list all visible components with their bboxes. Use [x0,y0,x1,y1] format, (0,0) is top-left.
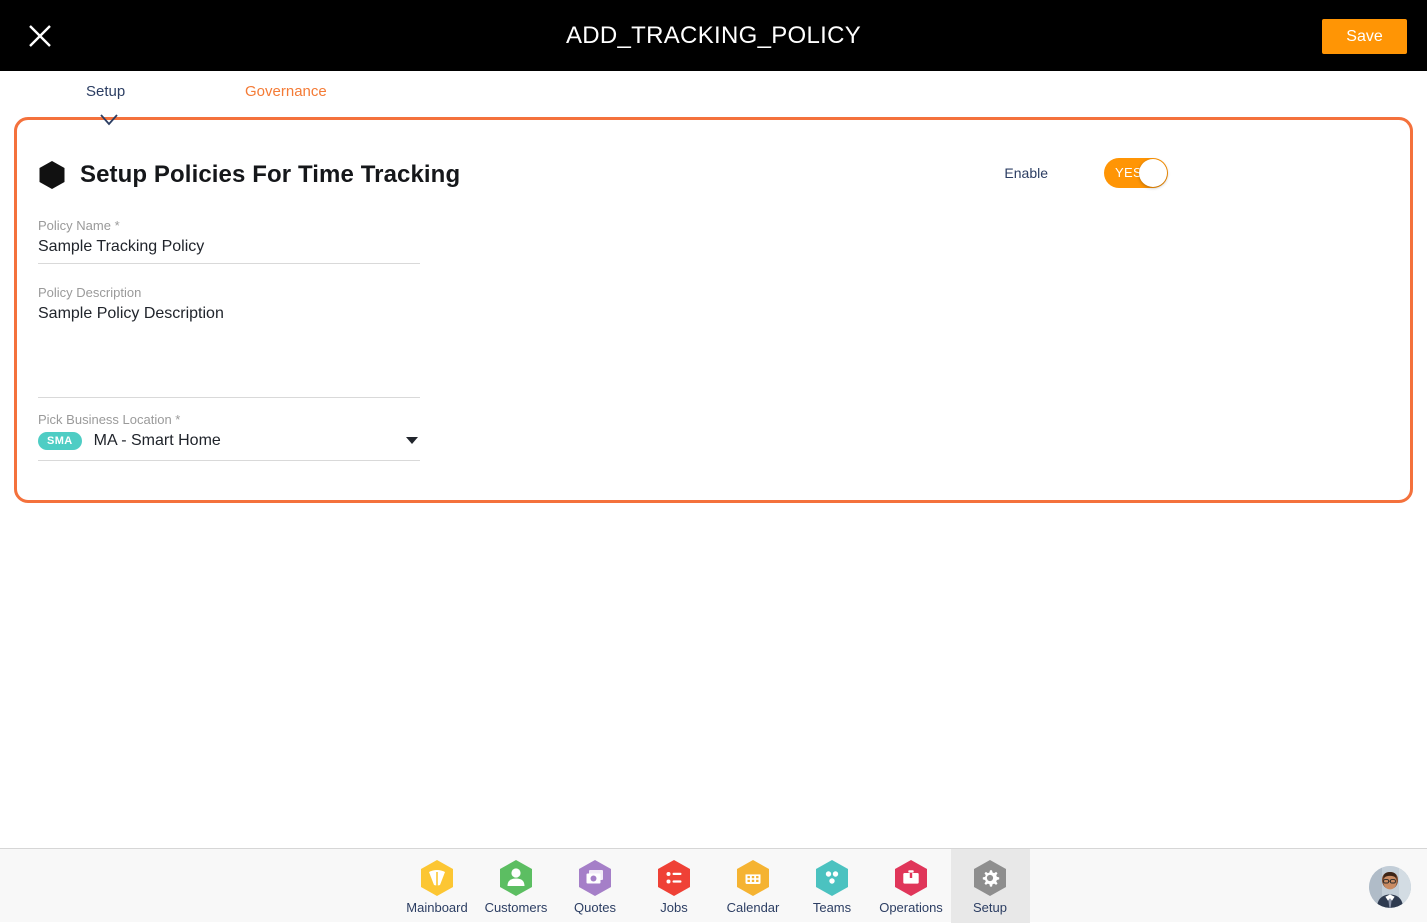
enable-label: Enable [1004,165,1048,181]
nav-item-teams[interactable]: Teams [793,849,872,923]
nav-label: Teams [813,900,851,915]
nav-label: Operations [879,900,943,915]
save-button[interactable]: Save [1322,19,1407,54]
business-location-underline [38,460,420,461]
gear-icon [971,858,1009,898]
nav-item-setup[interactable]: Setup [951,849,1030,923]
calendar-icon [734,858,772,898]
policy-description-underline [38,397,420,398]
quotes-icon [576,858,614,898]
operations-icon [892,858,930,898]
tab-bar: Setup Governance [0,71,1427,117]
card-title: Setup Policies For Time Tracking [80,161,460,189]
nav-items-container: Mainboard Customers Quote [0,849,1427,923]
customers-icon [497,858,535,898]
nav-label: Quotes [574,900,616,915]
policy-description-label: Policy Description [38,285,420,300]
business-location-select[interactable]: SMA MA - Smart Home [38,432,420,450]
nav-item-customers[interactable]: Customers [477,849,556,923]
policy-name-field: Policy Name * [38,218,420,256]
nav-label: Calendar [727,900,780,915]
enable-toggle[interactable]: YES [1104,158,1168,188]
nav-label: Setup [973,900,1007,915]
policy-description-field: Policy Description [38,285,420,323]
tab-setup[interactable]: Setup [86,83,125,100]
business-location-label: Pick Business Location * [38,412,420,427]
nav-item-jobs[interactable]: Jobs [635,849,714,923]
bottom-navigation-bar: Mainboard Customers Quote [0,848,1427,922]
close-icon[interactable] [26,22,54,50]
policy-description-input[interactable] [38,305,420,323]
teams-icon [813,858,851,898]
nav-label: Mainboard [406,900,467,915]
top-header-bar: ADD_TRACKING_POLICY Save [0,0,1427,71]
chevron-down-icon[interactable] [406,437,418,444]
enable-toggle-group: Enable YES [1004,158,1168,188]
policy-name-label: Policy Name * [38,218,420,233]
card-header: Setup Policies For Time Tracking [38,160,460,190]
policy-setup-card: Setup Policies For Time Tracking Enable … [14,117,1413,503]
location-badge: SMA [38,432,82,450]
business-location-value: MA - Smart Home [94,432,221,450]
nav-item-quotes[interactable]: Quotes [556,849,635,923]
toggle-knob [1139,159,1167,187]
nav-item-mainboard[interactable]: Mainboard [398,849,477,923]
user-avatar[interactable] [1369,866,1411,908]
nav-item-calendar[interactable]: Calendar [714,849,793,923]
policy-name-underline [38,263,420,264]
toggle-state-text: YES [1115,165,1142,180]
page-title: ADD_TRACKING_POLICY [0,0,1427,71]
nav-item-operations[interactable]: Operations [872,849,951,923]
hexagon-icon [38,160,66,190]
jobs-icon [655,858,693,898]
business-location-field: Pick Business Location * SMA MA - Smart … [38,412,420,450]
tab-governance[interactable]: Governance [245,83,327,100]
nav-label: Customers [485,900,548,915]
nav-label: Jobs [660,900,687,915]
mainboard-icon [418,858,456,898]
chevron-down-icon [99,113,119,127]
policy-name-input[interactable] [38,238,420,256]
